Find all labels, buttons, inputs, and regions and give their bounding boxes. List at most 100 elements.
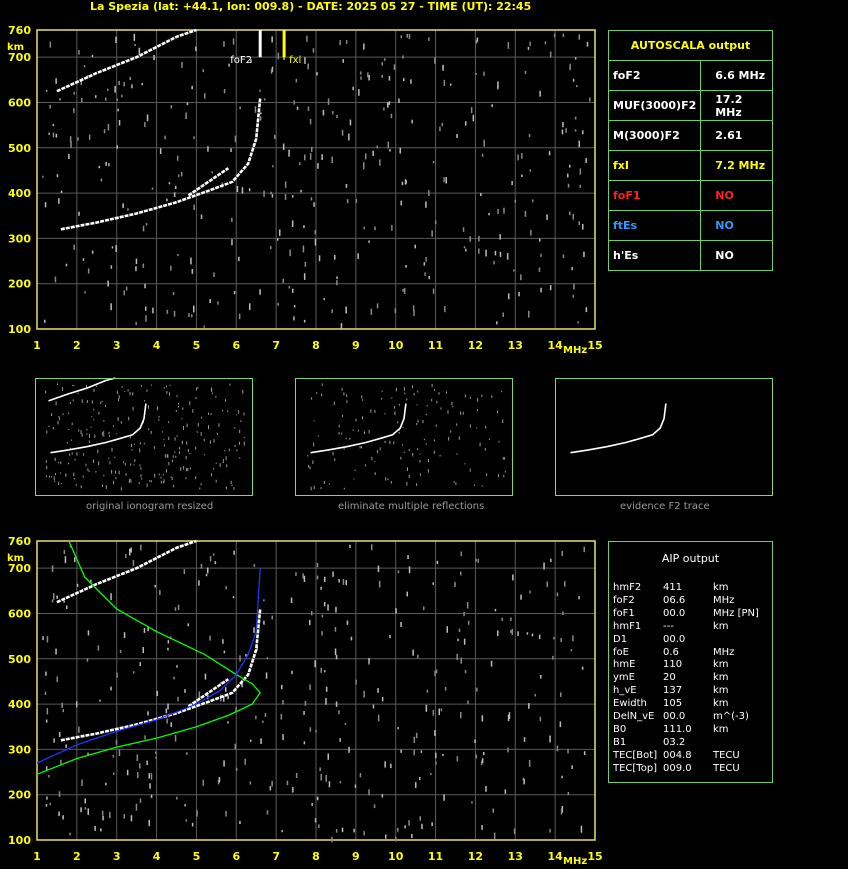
noise-speck	[154, 751, 157, 754]
noise-speck	[165, 708, 168, 714]
noise-speck	[384, 58, 386, 61]
noise-speck	[434, 730, 436, 736]
noise-speck	[56, 595, 58, 599]
noise-speck	[501, 617, 503, 622]
noise-speck	[288, 286, 291, 289]
noise-speck	[374, 226, 376, 231]
autoscala-value: NO	[700, 180, 773, 211]
noise-speck	[175, 185, 177, 189]
noise-speck	[51, 565, 54, 572]
noise-speck	[360, 76, 362, 80]
noise-speck	[549, 51, 552, 58]
noise-speck	[319, 767, 321, 772]
noise-speck	[214, 561, 217, 565]
noise-speck	[355, 679, 357, 685]
noise-speck	[248, 188, 251, 192]
noise-speck	[304, 261, 307, 267]
noise-speck	[430, 773, 432, 776]
noise-speck	[223, 89, 226, 94]
noise-speck	[539, 716, 542, 722]
noise-speck	[506, 253, 509, 260]
noise-speck	[156, 690, 158, 696]
noise-speck	[434, 670, 436, 677]
noise-speck	[464, 670, 467, 674]
noise-speck	[130, 815, 133, 822]
noise-speck	[83, 65, 86, 68]
noise-speck	[334, 255, 336, 260]
aip-name: DelN_vE	[613, 711, 655, 722]
noise-speck	[562, 122, 564, 128]
noise-speck	[60, 190, 63, 193]
aip-panel: AIP output hmF2 411 km foF2 06.6 MHz foF1 00.0 M…	[608, 541, 773, 783]
noise-speck	[561, 129, 564, 135]
noise-speck	[339, 40, 341, 46]
noise-speck	[390, 763, 392, 769]
noise-speck	[309, 727, 312, 732]
noise-speck	[209, 635, 211, 641]
noise-speck	[344, 722, 347, 725]
noise-speck	[107, 88, 109, 91]
noise-speck	[402, 55, 404, 59]
noise-speck	[253, 627, 255, 633]
aip-name: hmE	[613, 659, 636, 671]
noise-speck	[567, 183, 570, 188]
trace-aip-profile-green-	[36, 540, 262, 775]
noise-speck	[148, 773, 150, 779]
noise-speck	[166, 198, 168, 202]
noise-speck	[316, 563, 319, 568]
noise-speck	[253, 564, 256, 567]
autoscala-label: fxI	[607, 150, 702, 181]
noise-speck	[578, 221, 580, 226]
noise-speck	[176, 665, 178, 668]
autoscala-row: foF2 6.6 MHz	[607, 60, 773, 91]
autoscala-value: 7.2 MHz	[700, 150, 773, 181]
noise-speck	[271, 781, 273, 787]
noise-speck	[299, 162, 301, 165]
noise-speck	[56, 676, 58, 683]
noise-speck	[405, 180, 407, 184]
noise-speck	[241, 187, 244, 194]
noise-speck	[260, 738, 262, 744]
noise-speck	[78, 50, 80, 55]
noise-speck	[123, 82, 125, 87]
noise-speck	[173, 192, 176, 197]
noise-speck	[475, 558, 477, 562]
noise-speck	[444, 306, 446, 313]
noise-speck	[62, 815, 64, 820]
noise-speck	[570, 649, 573, 652]
noise-speck	[239, 106, 241, 110]
noise-speck	[370, 308, 373, 315]
noise-speck	[159, 589, 161, 595]
aip-row: hmF2 411 km	[613, 582, 768, 594]
noise-speck	[91, 54, 94, 57]
noise-speck	[207, 146, 209, 152]
noise-speck	[118, 749, 121, 757]
noise-speck	[280, 713, 283, 720]
autoscala-label: MUF(3000)F2	[607, 90, 702, 121]
noise-speck	[472, 114, 475, 122]
noise-speck	[552, 655, 554, 660]
noise-speck	[467, 620, 470, 625]
noise-speck	[303, 273, 306, 280]
noise-speck	[107, 280, 109, 287]
noise-speck	[562, 33, 565, 38]
x-axis-label: MHz	[563, 345, 587, 356]
autoscala-value: 2.61	[700, 120, 773, 151]
noise-speck	[367, 72, 369, 78]
noise-speck	[231, 239, 233, 246]
noise-speck	[456, 653, 458, 661]
aip-title: AIP output	[661, 552, 720, 565]
noise-speck	[58, 791, 61, 797]
noise-speck	[116, 98, 118, 102]
noise-speck	[585, 158, 587, 163]
noise-speck	[249, 303, 251, 310]
noise-speck	[269, 786, 272, 791]
noise-speck	[526, 632, 529, 635]
noise-speck	[331, 836, 333, 843]
noise-speck	[110, 265, 113, 269]
noise-speck	[320, 773, 322, 781]
aip-value: 137	[663, 685, 683, 697]
noise-speck	[101, 810, 104, 816]
aip-row: DelN_vE 00.0 m^(-3)	[613, 711, 768, 723]
noise-speck	[442, 64, 444, 71]
